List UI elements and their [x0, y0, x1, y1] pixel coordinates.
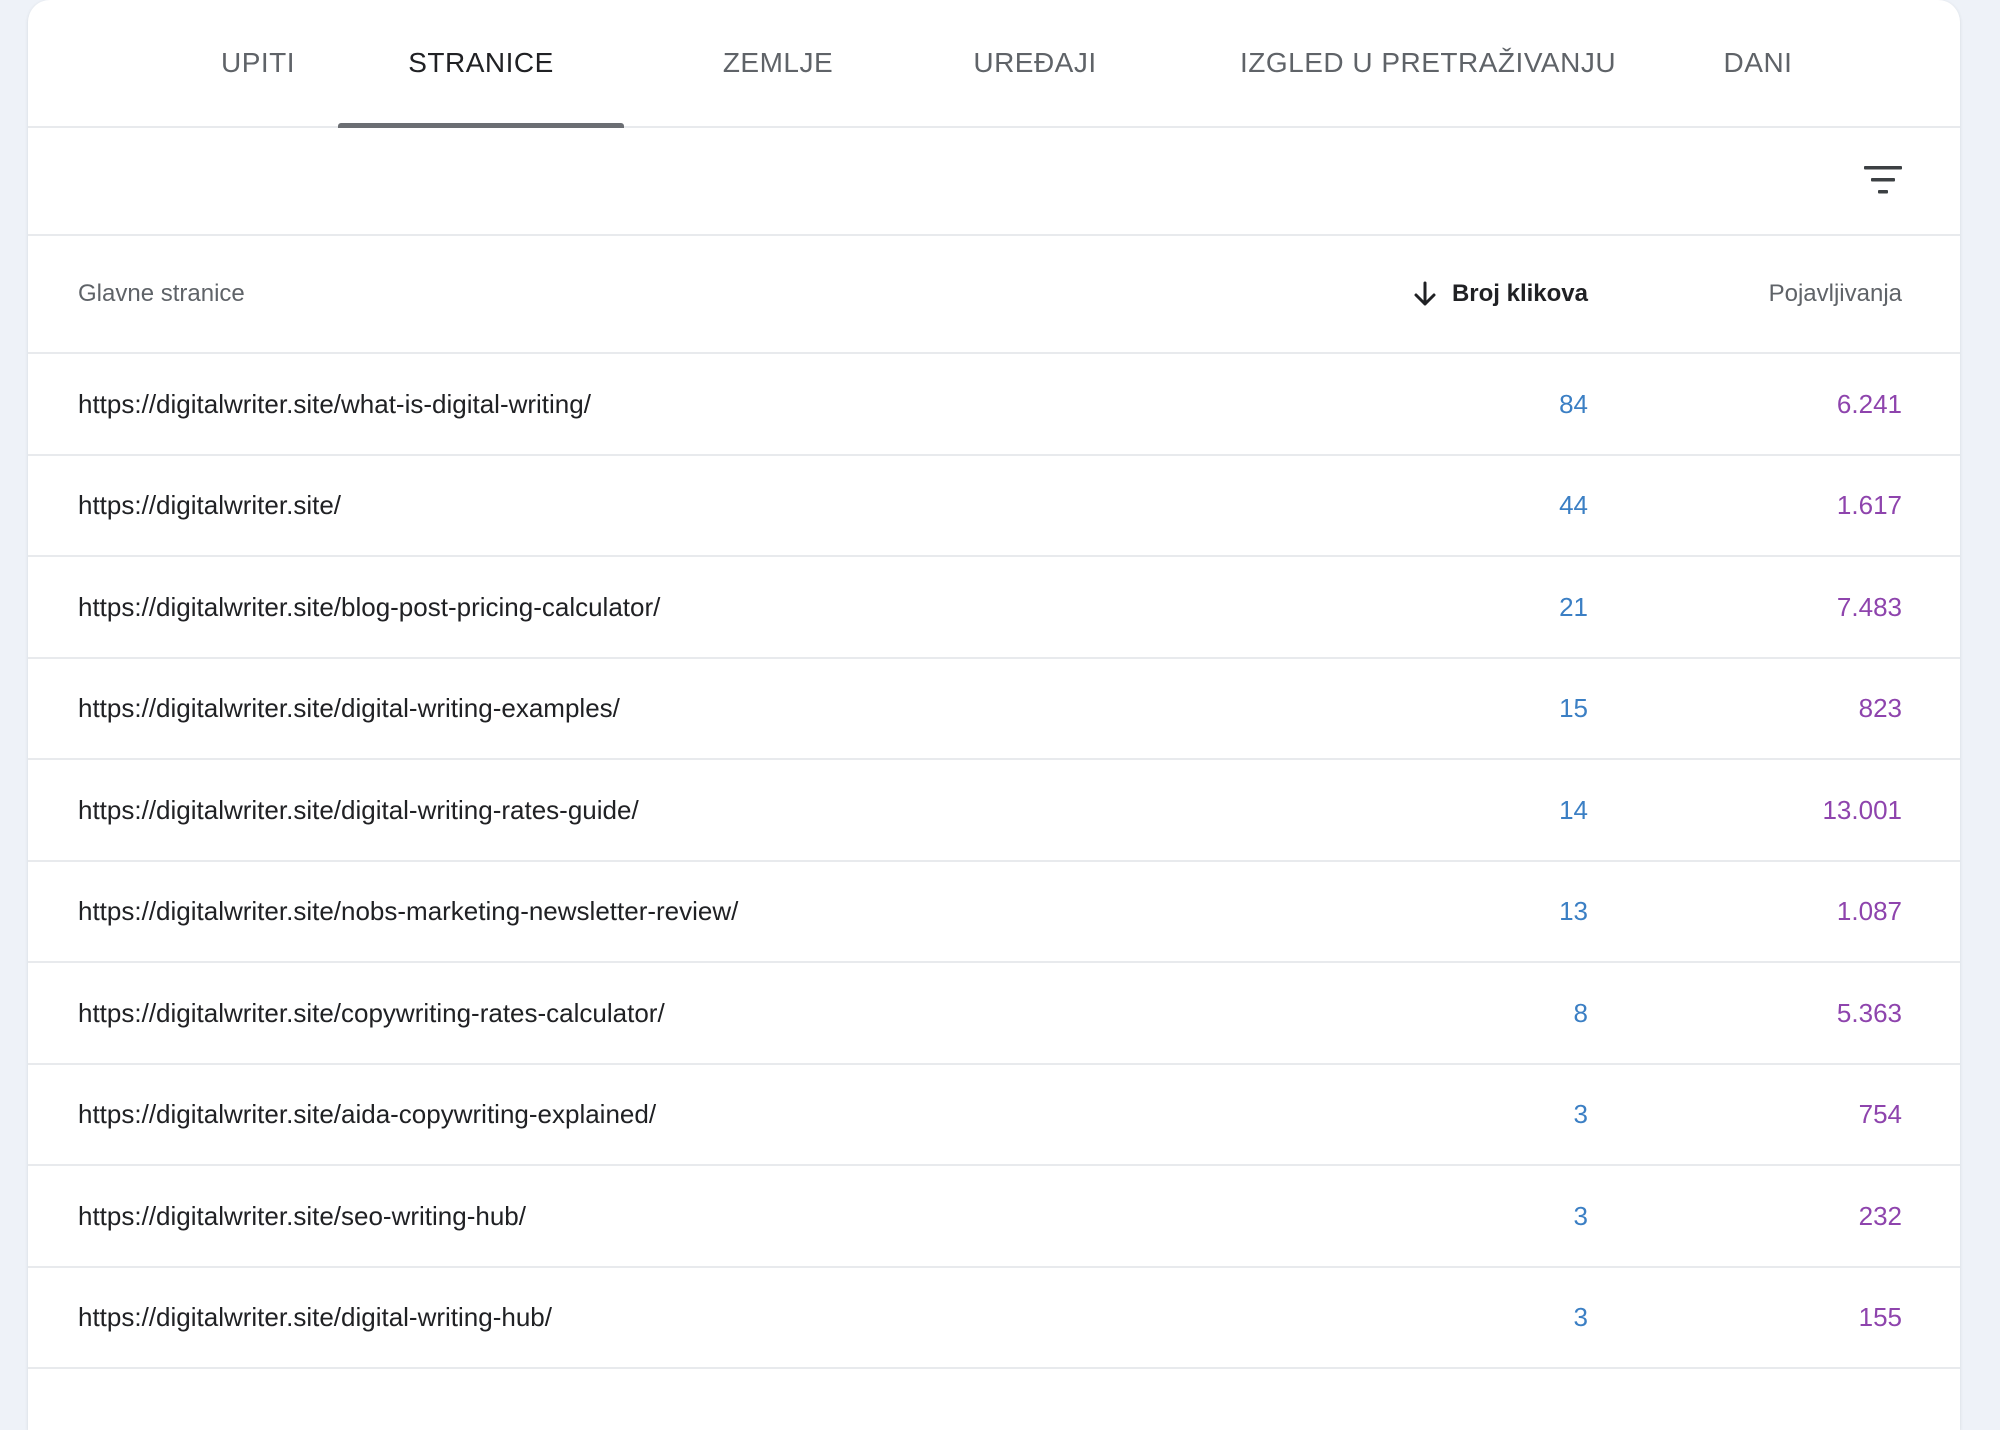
tab-label: STRANICE [408, 47, 554, 78]
page-url: https://digitalwriter.site/digital-writi… [78, 1302, 552, 1332]
page-url: https://digitalwriter.site/seo-writing-h… [78, 1200, 526, 1231]
tab-label: UPITI [220, 47, 296, 78]
page-url: https://digitalwriter.site/blog-post-pri… [78, 591, 661, 622]
table-row[interactable]: https://digitalwriter.site/nobs-marketin… [28, 862, 1960, 963]
clicks-value: 84 [1559, 388, 1588, 419]
clicks-value: 3 [1573, 1099, 1588, 1129]
clicks-value: 21 [1559, 591, 1588, 622]
table-row[interactable]: https://digitalwriter.site/digital-writi… [28, 1268, 1960, 1369]
column-header-clicks-label: Broj klikova [1451, 280, 1588, 307]
impressions-value: 754 [1858, 1099, 1902, 1129]
tab-label: IZGLED U PRETRAŽIVANJU [1239, 47, 1617, 78]
impressions-value: 823 [1858, 693, 1902, 723]
filter-bar [28, 128, 1960, 236]
column-header-pages: Glavne stranice [78, 280, 245, 307]
tab-dates[interactable]: DANI [1688, 0, 1828, 126]
tab-bar: UPITI STRANICE ZEMLJE UREĐAJI IZGLED U P… [28, 0, 1960, 128]
page-url: https://digitalwriter.site/aida-copywrit… [78, 1099, 657, 1129]
impressions-value: 7.483 [1836, 591, 1902, 622]
filter-list-icon[interactable] [1862, 162, 1904, 198]
clicks-value: 14 [1559, 794, 1588, 825]
clicks-value: 15 [1559, 693, 1588, 723]
table-body: https://digitalwriter.site/what-is-digit… [28, 354, 1960, 1369]
tab-label: ZEMLJE [722, 47, 834, 78]
table-row[interactable]: https://digitalwriter.site/seo-writing-h… [28, 1166, 1960, 1268]
impressions-value: 155 [1858, 1302, 1902, 1332]
impressions-value: 232 [1858, 1200, 1902, 1231]
page-url: https://digitalwriter.site/what-is-digit… [78, 388, 591, 419]
column-header-clicks[interactable]: Broj klikova [1412, 236, 1588, 352]
tab-label: UREĐAJI [973, 47, 1097, 78]
impressions-value: 1.617 [1836, 490, 1902, 520]
clicks-value: 8 [1573, 997, 1588, 1028]
page-url: https://digitalwriter.site/digital-writi… [78, 693, 620, 723]
page-url: https://digitalwriter.site/ [78, 490, 341, 520]
table-row[interactable]: https://digitalwriter.site/aida-copywrit… [28, 1065, 1960, 1166]
table-row[interactable]: https://digitalwriter.site/digital-writi… [28, 659, 1960, 760]
table-row[interactable]: https://digitalwriter.site/ 44 1.617 [28, 456, 1960, 557]
page-url: https://digitalwriter.site/nobs-marketin… [78, 896, 739, 926]
impressions-value: 1.087 [1836, 896, 1902, 926]
impressions-value: 6.241 [1836, 388, 1902, 419]
clicks-value: 44 [1559, 490, 1588, 520]
tab-search-appearance[interactable]: IZGLED U PRETRAŽIVANJU [1200, 0, 1656, 126]
clicks-value: 3 [1573, 1200, 1588, 1231]
impressions-value: 13.001 [1822, 794, 1902, 825]
tab-countries[interactable]: ZEMLJE [688, 0, 868, 126]
table-row[interactable]: https://digitalwriter.site/what-is-digit… [28, 354, 1960, 456]
tab-queries[interactable]: UPITI [168, 0, 348, 126]
page-url: https://digitalwriter.site/copywriting-r… [78, 997, 665, 1028]
clicks-value: 3 [1573, 1302, 1588, 1332]
clicks-value: 13 [1559, 896, 1588, 926]
tab-pages[interactable]: STRANICE [338, 0, 624, 128]
table-header: Glavne stranice Broj klikova Pojavljivan… [28, 236, 1960, 354]
arrow-down-icon [1414, 281, 1436, 306]
column-header-impressions[interactable]: Pojavljivanja [1769, 236, 1902, 352]
page-url: https://digitalwriter.site/digital-writi… [78, 794, 639, 825]
tab-devices[interactable]: UREĐAJI [938, 0, 1132, 126]
performance-card: UPITI STRANICE ZEMLJE UREĐAJI IZGLED U P… [28, 0, 1960, 1430]
impressions-value: 5.363 [1836, 997, 1902, 1028]
table-row[interactable]: https://digitalwriter.site/blog-post-pri… [28, 557, 1960, 659]
table-row[interactable]: https://digitalwriter.site/copywriting-r… [28, 963, 1960, 1065]
tab-label: DANI [1723, 47, 1793, 78]
table-row[interactable]: https://digitalwriter.site/digital-writi… [28, 760, 1960, 862]
